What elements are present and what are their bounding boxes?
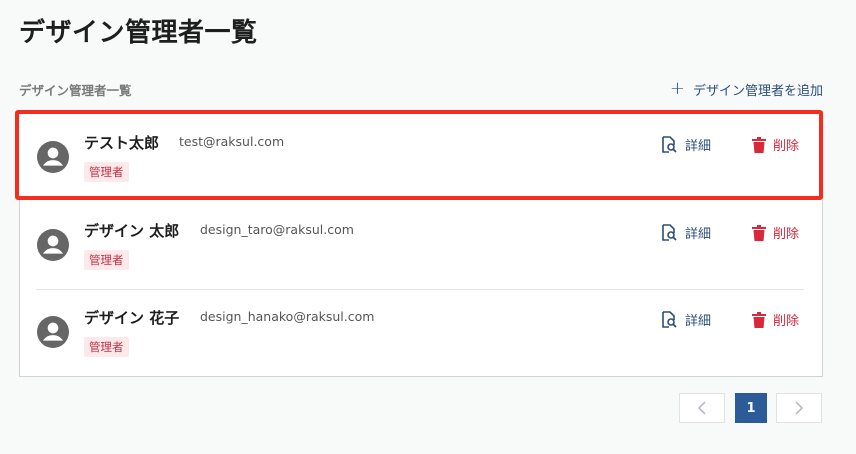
section-header: デザイン管理者一覧 + デザイン管理者を追加	[19, 78, 823, 100]
trash-icon	[752, 311, 766, 328]
list-item: デザイン 花子 design_hanako@raksul.com 管理者 詳細 …	[19, 289, 821, 377]
admin-email: design_taro@raksul.com	[200, 222, 354, 237]
user-circle-icon	[37, 316, 69, 348]
role-badge: 管理者	[84, 250, 129, 270]
plus-icon: +	[669, 78, 685, 99]
detail-button[interactable]: 詳細	[660, 135, 711, 154]
delete-label: 削除	[773, 227, 800, 242]
document-search-icon	[662, 310, 677, 328]
chevron-right-icon	[795, 401, 804, 415]
chevron-left-icon	[697, 401, 706, 415]
role-badge: 管理者	[84, 337, 129, 357]
document-search-icon	[662, 223, 677, 241]
user-circle-icon	[37, 141, 69, 173]
user-circle-icon	[37, 229, 69, 261]
prev-page-button[interactable]	[679, 393, 725, 423]
trash-icon	[752, 224, 766, 241]
list-item: テスト太郎 test@raksul.com 管理者 詳細 削除	[19, 114, 821, 202]
detail-label: 詳細	[685, 314, 712, 329]
document-search-icon	[662, 135, 677, 153]
delete-button[interactable]: 削除	[752, 310, 799, 329]
role-badge: 管理者	[84, 162, 129, 182]
detail-label: 詳細	[685, 227, 712, 242]
admin-email: design_hanako@raksul.com	[200, 309, 375, 324]
add-admin-button[interactable]: + デザイン管理者を追加	[670, 80, 823, 99]
detail-label: 詳細	[685, 139, 712, 154]
admin-name: デザイン 花子	[84, 309, 180, 327]
page-title: デザイン管理者一覧	[19, 18, 258, 48]
trash-icon	[752, 136, 766, 153]
admin-name: テスト太郎	[84, 134, 160, 152]
next-page-button[interactable]	[776, 393, 822, 423]
section-title: デザイン管理者一覧	[19, 82, 132, 98]
detail-button[interactable]: 詳細	[660, 310, 711, 329]
delete-button[interactable]: 削除	[752, 223, 799, 242]
list-item: デザイン 太郎 design_taro@raksul.com 管理者 詳細 削除	[19, 202, 821, 290]
admin-name: デザイン 太郎	[84, 222, 180, 240]
page-number-current[interactable]: 1	[735, 393, 767, 423]
delete-label: 削除	[773, 139, 800, 154]
admin-email: test@raksul.com	[179, 134, 285, 149]
delete-button[interactable]: 削除	[752, 135, 799, 154]
delete-label: 削除	[773, 314, 800, 329]
detail-button[interactable]: 詳細	[660, 223, 711, 242]
add-admin-label: デザイン管理者を追加	[692, 83, 823, 99]
